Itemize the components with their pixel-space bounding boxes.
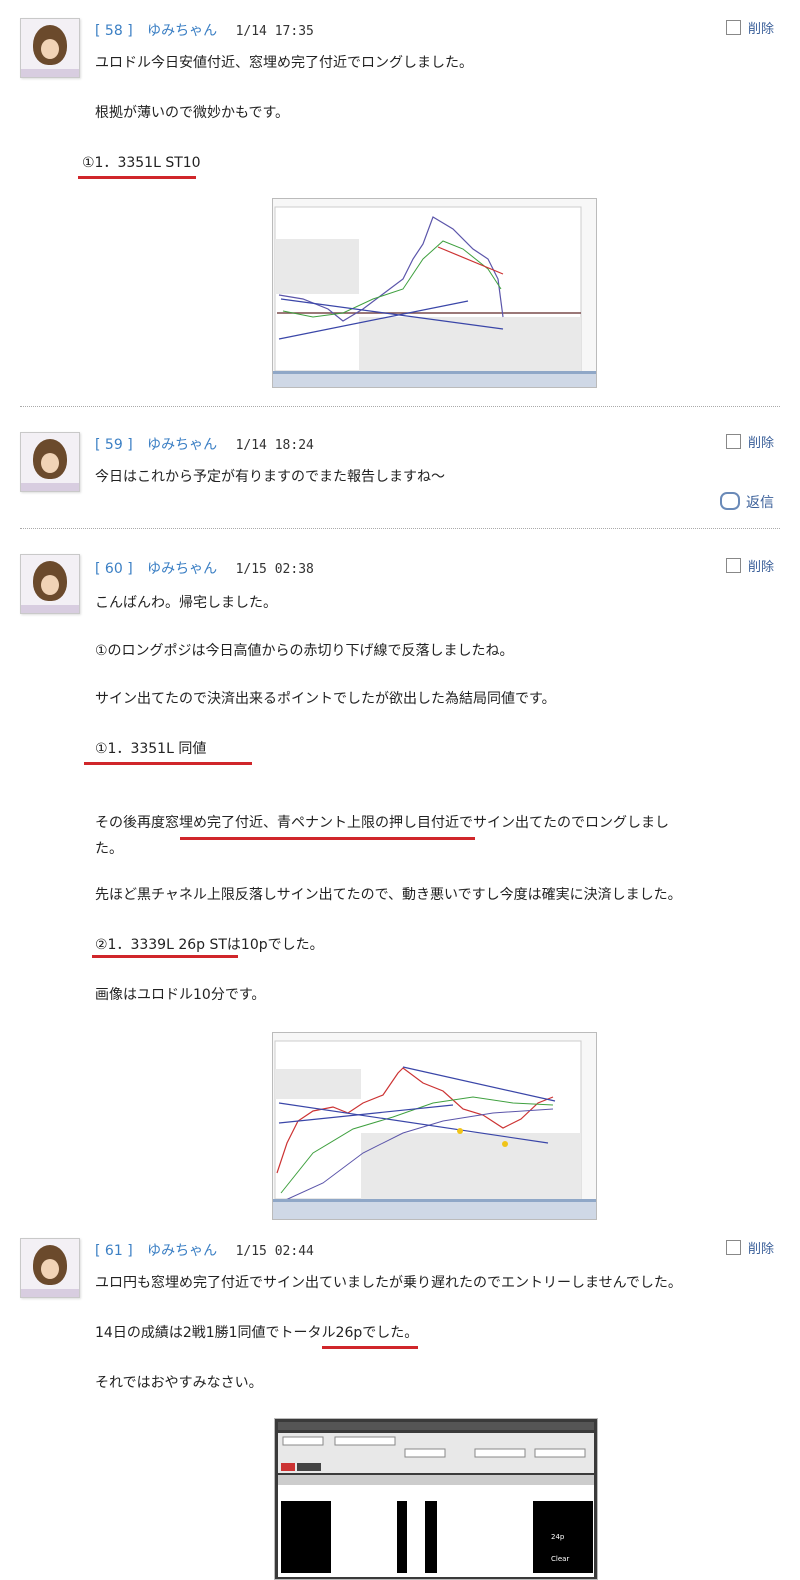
- delete-control[interactable]: 削除: [725, 556, 774, 575]
- delete-label: 削除: [747, 560, 774, 575]
- trade-history-image[interactable]: 24p Clear: [274, 1418, 598, 1580]
- chart-graphic: [273, 199, 596, 387]
- red-underline: [84, 762, 252, 765]
- avatar[interactable]: [20, 18, 80, 78]
- chart-image[interactable]: [272, 1032, 597, 1220]
- post-date: 1/14 17:35: [235, 24, 314, 39]
- post-date: 1/15 02:44: [235, 1244, 314, 1259]
- post-text: ②1．3339L 26p STは10pでした。: [95, 937, 324, 953]
- post-header: [ 61 ] ゆみちゃん 1/15 02:44: [95, 1240, 314, 1260]
- avatar-frame: [21, 483, 79, 491]
- bracket-close: ]: [122, 437, 133, 453]
- avatar-frame: [21, 69, 79, 77]
- post-number[interactable]: 61: [105, 1243, 123, 1259]
- post-separator: [20, 528, 780, 529]
- bracket-open: [: [95, 23, 105, 39]
- avatar-face: [41, 39, 59, 59]
- bracket-open: [: [95, 437, 105, 453]
- author-name[interactable]: ゆみちゃん: [147, 1243, 217, 1259]
- avatar-frame: [21, 1289, 79, 1297]
- bracket-open: [: [95, 1243, 105, 1259]
- avatar-face: [41, 575, 59, 595]
- delete-checkbox[interactable]: [725, 1240, 741, 1255]
- bracket-close: ]: [122, 23, 133, 39]
- red-underline: [78, 176, 196, 179]
- red-underline: [92, 955, 238, 958]
- reply-icon: [720, 492, 740, 510]
- post-header: [ 60 ] ゆみちゃん 1/15 02:38: [95, 558, 314, 578]
- post-text: ①1．3351L 同値: [95, 741, 207, 757]
- post-text: こんばんわ。帰宅しました。: [95, 595, 277, 611]
- post-date: 1/15 02:38: [235, 562, 314, 577]
- chart-graphic: [273, 1033, 596, 1219]
- delete-label: 削除: [747, 1242, 774, 1257]
- delete-checkbox[interactable]: [725, 20, 741, 35]
- avatar[interactable]: [20, 1238, 80, 1298]
- bracket-open: [: [95, 561, 105, 577]
- delete-checkbox[interactable]: [725, 434, 741, 449]
- delete-control[interactable]: 削除: [725, 1238, 774, 1257]
- post-header: [ 59 ] ゆみちゃん 1/14 18:24: [95, 434, 314, 454]
- post-date: 1/14 18:24: [235, 438, 314, 453]
- trade-history-graphic: [275, 1419, 597, 1579]
- reply-label: 返信: [746, 495, 774, 511]
- post-text: ユロ円も窓埋め完了付近でサイン出ていましたが乗り遅れたのでエントリーしませんでし…: [95, 1275, 682, 1291]
- table-value: Clear: [551, 1555, 570, 1563]
- post-separator: [20, 406, 780, 407]
- delete-checkbox[interactable]: [725, 558, 741, 573]
- table-value: 24p: [551, 1533, 565, 1541]
- post-text: ユロドル今日安値付近、窓埋め完了付近でロングしました。: [95, 55, 473, 71]
- post-text: 今日はこれから予定が有りますのでまた報告しますね～: [95, 469, 445, 485]
- post-text: た。: [95, 841, 123, 857]
- post-text: それではおやすみなさい。: [95, 1375, 263, 1391]
- red-underline: [322, 1346, 418, 1349]
- reply-button[interactable]: 返信: [720, 492, 774, 512]
- avatar[interactable]: [20, 432, 80, 492]
- post-text: 14日の成績は2戦1勝1同値でトータル26pでした。: [95, 1325, 419, 1341]
- chart-image[interactable]: [272, 198, 597, 388]
- delete-control[interactable]: 削除: [725, 18, 774, 37]
- delete-control[interactable]: 削除: [725, 432, 774, 451]
- post-text: 画像はユロドル10分です。: [95, 987, 266, 1003]
- author-name[interactable]: ゆみちゃん: [147, 23, 217, 39]
- avatar[interactable]: [20, 554, 80, 614]
- post-text: ①のロングポジは今日高値からの赤切り下げ線で反落しましたね。: [95, 643, 514, 659]
- bracket-close: ]: [122, 561, 133, 577]
- post-number[interactable]: 60: [105, 561, 123, 577]
- delete-label: 削除: [747, 22, 774, 37]
- author-name[interactable]: ゆみちゃん: [147, 561, 217, 577]
- post-number[interactable]: 58: [105, 23, 123, 39]
- avatar-face: [41, 453, 59, 473]
- post-text: 根拠が薄いので微妙かもです。: [95, 105, 290, 121]
- delete-label: 削除: [747, 436, 774, 451]
- bracket-close: ]: [122, 1243, 133, 1259]
- author-name[interactable]: ゆみちゃん: [147, 437, 217, 453]
- post-text: その後再度窓埋め完了付近、青ペナント上限の押し目付近でサイン出てたのでロングしま…: [95, 815, 669, 831]
- post-header: [ 58 ] ゆみちゃん 1/14 17:35: [95, 20, 314, 40]
- post-text: 先ほど黒チャネル上限反落しサイン出てたので、動き悪いですし今度は確実に決済しまし…: [95, 887, 682, 903]
- red-underline: [180, 837, 475, 840]
- post-text: サイン出てたので決済出来るポイントでしたが欲出した為結局同値です。: [95, 691, 556, 707]
- avatar-frame: [21, 605, 79, 613]
- post-number[interactable]: 59: [105, 437, 123, 453]
- avatar-face: [41, 1259, 59, 1279]
- post-text: ①1．3351L ST10: [82, 155, 201, 171]
